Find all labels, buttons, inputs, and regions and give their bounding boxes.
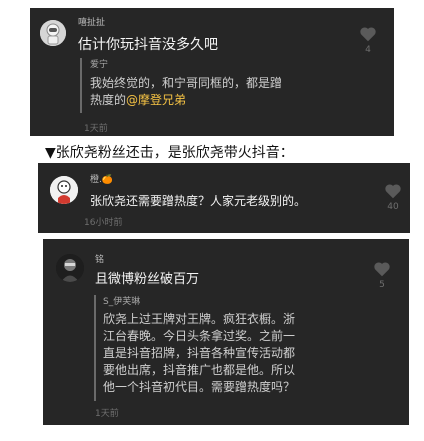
like-button[interactable]: 5 xyxy=(369,261,395,290)
comment-timestamp: 1天前 xyxy=(84,124,108,134)
comment-text: 估计你玩抖音没多久吧 xyxy=(78,37,218,53)
reply-line: 江台春晚。今日头条拿过奖。之前一 xyxy=(103,329,296,343)
reply-username[interactable]: 爱宁 xyxy=(90,57,108,70)
heart-icon xyxy=(360,27,376,42)
like-button[interactable]: 4 xyxy=(355,26,381,55)
reply-quote-bar xyxy=(80,58,82,113)
reply-username[interactable]: S_伊芙琳 xyxy=(103,294,140,307)
caption-text: ▼张欣尧粉丝还击，是张欣尧带火抖音： xyxy=(45,145,294,161)
like-count: 5 xyxy=(379,280,385,290)
comment-timestamp: 16小时前 xyxy=(84,218,123,228)
comment-text: 张欣尧还需要蹭热度？人家元老级别的。 xyxy=(90,194,307,208)
reply-line: 热度的@摩登兄弟 xyxy=(90,93,187,107)
comment-text: 且微博粉丝破百万 xyxy=(95,272,200,287)
comment-card-1: 嘻扯扯 估计你玩抖音没多久吧 爱宁 我始终觉的，和宁哥同框的，都是蹭 热度的@摩… xyxy=(30,8,394,136)
reply-line: 欣尧上过王牌对王牌。疯狂衣橱。浙 xyxy=(103,312,296,326)
heart-icon xyxy=(385,184,401,199)
reply-line: 直是抖音招牌，抖音各种宣传活动都 xyxy=(103,346,296,360)
reply-text: 我始终觉的，和宁哥同框的，都是蹭 热度的@摩登兄弟 xyxy=(90,75,282,109)
comment-timestamp: 1天前 xyxy=(95,409,119,419)
dark-portrait-avatar-icon xyxy=(56,254,84,282)
astronaut-avatar-icon xyxy=(40,20,66,46)
reply-line: 要他出席，抖音推广也都是他。所以 xyxy=(103,363,296,377)
comment-card-3: 铭 且微博粉丝破百万 S_伊芙琳 欣尧上过王牌对王牌。疯狂衣橱。浙 江台春晚。今… xyxy=(43,239,409,425)
comment-username[interactable]: 橙.🍊 xyxy=(90,172,113,185)
like-count: 4 xyxy=(365,45,371,55)
user-avatar[interactable] xyxy=(50,176,78,204)
comment-username[interactable]: 铭 xyxy=(95,252,104,265)
comment-username[interactable]: 嘻扯扯 xyxy=(78,15,105,28)
user-avatar[interactable] xyxy=(56,254,84,282)
heart-icon xyxy=(374,262,390,277)
cartoon-avatar-icon xyxy=(50,176,78,204)
user-mention-link[interactable]: @摩登兄弟 xyxy=(126,93,186,107)
reply-text: 欣尧上过王牌对王牌。疯狂衣橱。浙 江台春晚。今日头条拿过奖。之前一 直是抖音招牌… xyxy=(103,311,295,396)
reply-line: 我始终觉的，和宁哥同框的，都是蹭 xyxy=(90,76,283,90)
reply-line: 他一个抖音初代目。需要蹭热度吗？ xyxy=(103,380,296,394)
reply-quote-bar xyxy=(94,295,96,401)
user-avatar[interactable] xyxy=(40,20,66,46)
comment-card-2: 橙.🍊 张欣尧还需要蹭热度？人家元老级别的。 16小时前 40 xyxy=(38,163,410,233)
like-count: 40 xyxy=(387,202,399,212)
like-button[interactable]: 40 xyxy=(380,183,406,212)
